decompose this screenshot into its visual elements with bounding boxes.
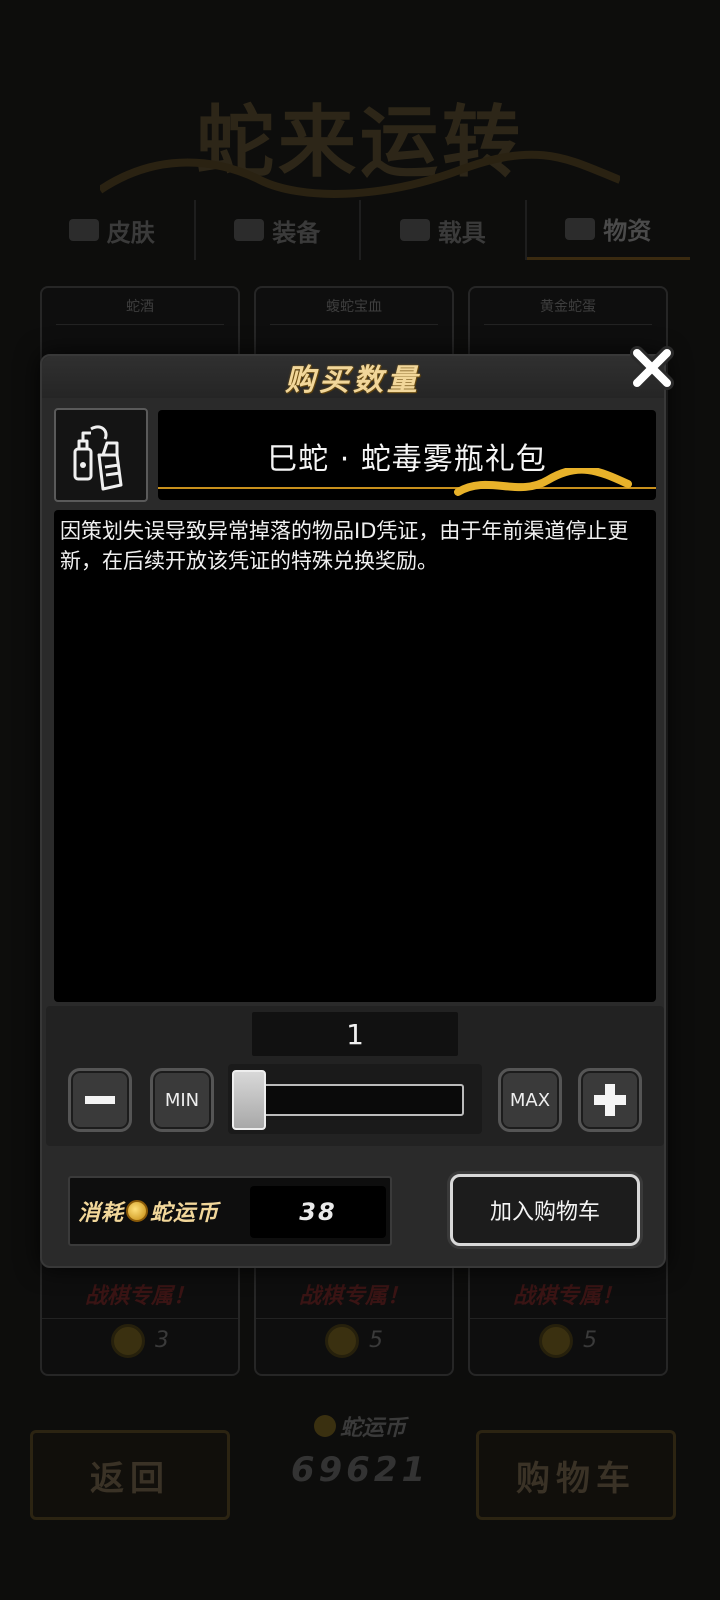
- purchase-quantity-dialog: 购买数量 巳蛇 · 蛇毒雾瓶礼包 因策划失误导致异常掉落的物品ID凭证，由于年前…: [40, 354, 666, 1268]
- cost-value: 38: [250, 1186, 386, 1238]
- card-price: 5: [470, 1318, 666, 1362]
- slider-handle[interactable]: [232, 1070, 266, 1130]
- add-to-cart-button[interactable]: 加入购物车: [450, 1174, 640, 1246]
- coin-icon: [126, 1200, 149, 1222]
- dialog-header: 购买数量: [42, 356, 664, 398]
- item-description: 因策划失误导致异常掉落的物品ID凭证，由于年前渠道停止更新，在后续开放该凭证的特…: [54, 510, 656, 1002]
- tab-equipment[interactable]: 装备: [196, 200, 361, 260]
- card-price: 3: [42, 1318, 238, 1362]
- tab-label: 皮肤: [106, 218, 155, 247]
- back-button[interactable]: 返回: [30, 1430, 230, 1520]
- cost-summary: 消耗 蛇运币 38: [68, 1176, 392, 1246]
- card-tag: 战棋专属！: [512, 1284, 623, 1309]
- card-price: 5: [256, 1318, 452, 1362]
- dialog-footer: 消耗 蛇运币 38 加入购物车: [42, 1156, 664, 1266]
- serpent-underline-decoration: [158, 468, 656, 496]
- max-label: MAX: [509, 1089, 551, 1111]
- quantity-slider[interactable]: [228, 1064, 482, 1134]
- card-tag: 战棋专属！: [84, 1284, 195, 1309]
- card-price-value: 5: [369, 1328, 383, 1353]
- coin-icon: [111, 1323, 145, 1358]
- min-button[interactable]: MIN: [150, 1068, 214, 1132]
- cost-label: 消耗 蛇运币: [78, 1195, 219, 1227]
- quantity-controls: 1 MIN MAX: [46, 1006, 664, 1146]
- card-tag: 战棋专属！: [298, 1284, 409, 1309]
- plus-icon: [594, 1084, 626, 1116]
- card-price-value: 3: [155, 1328, 169, 1353]
- cart-button[interactable]: 购物车: [476, 1430, 676, 1520]
- tab-label: 物资: [603, 217, 652, 245]
- wallet-amount: 69621: [290, 1450, 430, 1490]
- wallet-currency-name: 蛇运币: [339, 1416, 406, 1441]
- quantity-value: 1: [252, 1012, 458, 1056]
- shield-icon: [234, 219, 265, 241]
- tab-label: 载具: [437, 218, 486, 247]
- coin-icon: [313, 1415, 336, 1437]
- bottom-bar: 返回 蛇运币 69621 购物车: [0, 1400, 720, 1600]
- tab-label: 装备: [272, 218, 321, 247]
- card-item-name: 蛇酒: [56, 288, 224, 325]
- cost-label-prefix: 消耗: [78, 1201, 125, 1226]
- dialog-title: 购买数量: [285, 363, 421, 398]
- coin-icon: [539, 1323, 573, 1358]
- spray-bottles-icon: [73, 425, 123, 491]
- crate-icon: [565, 217, 596, 240]
- cost-currency-name: 蛇运币: [150, 1201, 220, 1226]
- card-item-name: 蝮蛇宝血: [270, 288, 438, 325]
- wallet-label: 蛇运币: [280, 1410, 440, 1442]
- decrease-button[interactable]: [68, 1068, 132, 1132]
- item-name-panel: 巳蛇 · 蛇毒雾瓶礼包: [158, 410, 656, 500]
- item-icon-frame: [54, 408, 148, 502]
- minus-icon: [85, 1096, 115, 1104]
- min-label: MIN: [164, 1089, 200, 1111]
- box-icon: [68, 219, 99, 241]
- increase-button[interactable]: [578, 1068, 642, 1132]
- card-item-name: 黄金蛇蛋: [484, 288, 652, 325]
- wallet-balance: 蛇运币 69621: [280, 1410, 440, 1490]
- close-button[interactable]: [626, 342, 678, 394]
- tab-skins[interactable]: 皮肤: [30, 200, 196, 260]
- car-icon: [399, 219, 430, 241]
- slider-track[interactable]: [238, 1084, 464, 1116]
- tab-vehicles[interactable]: 载具: [361, 200, 527, 260]
- category-tab-bar: 皮肤 装备 载具 物资: [30, 200, 690, 260]
- coin-icon: [325, 1323, 359, 1358]
- max-button[interactable]: MAX: [498, 1068, 562, 1132]
- banner-serpent-decoration: [100, 150, 620, 198]
- card-price-value: 5: [583, 1328, 597, 1353]
- close-icon: [630, 346, 674, 390]
- tab-supplies[interactable]: 物资: [526, 200, 690, 260]
